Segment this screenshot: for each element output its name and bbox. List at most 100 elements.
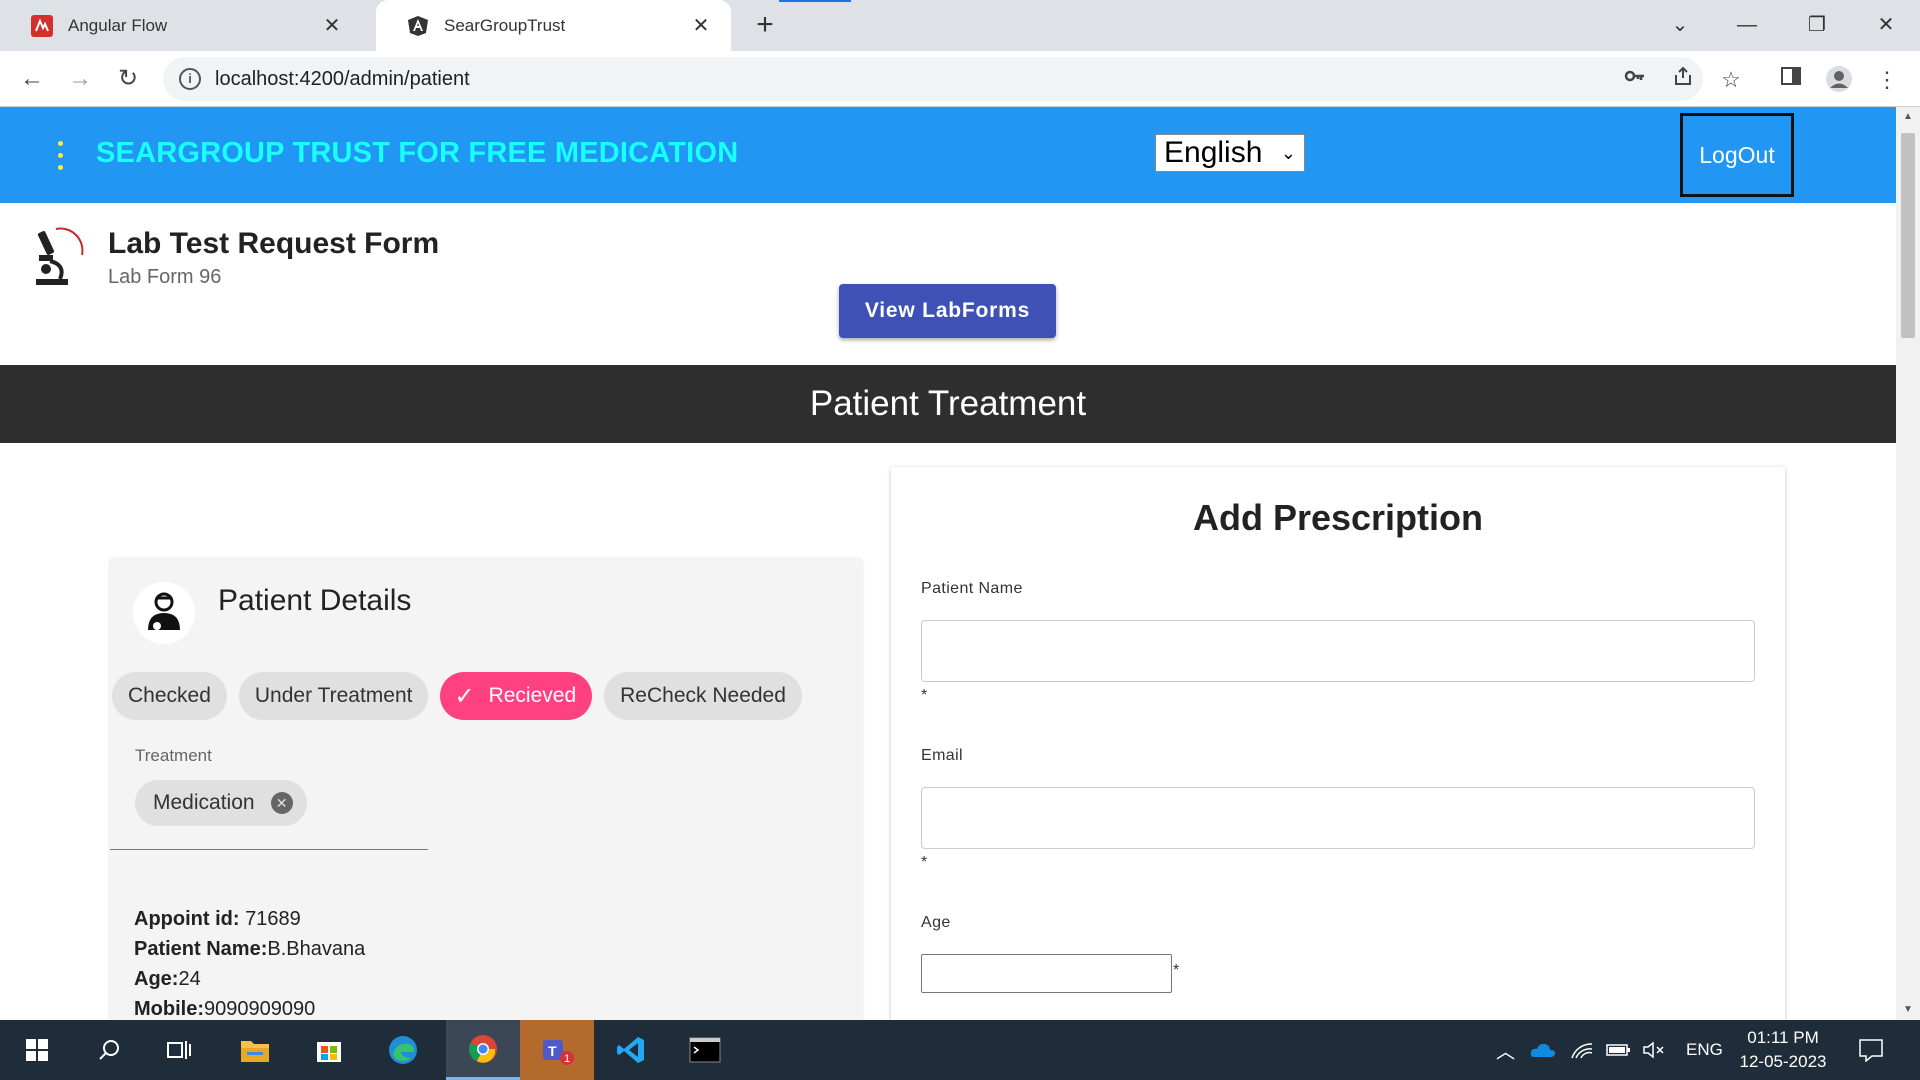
restore-button[interactable]: ❐ [1797,8,1837,42]
patient-name-input[interactable] [921,620,1755,682]
clock-time: 01:11 PM [1747,1028,1819,1047]
notifications-icon[interactable] [1858,1020,1884,1080]
check-icon: ✓ [454,682,475,710]
app-title: SEARGROUP TRUST FOR FREE MEDICATION [96,137,739,169]
appoint-id-row: Appoint id: 71689 [134,908,301,930]
share-icon[interactable] [1668,65,1698,95]
lab-form-subtitle: Lab Form 96 [108,266,222,288]
clock-date: 12-05-2023 [1739,1052,1827,1071]
treatment-chip[interactable]: Medication ✕ [135,780,307,826]
age-label: Age [921,914,951,931]
input-language[interactable]: ENG [1686,1020,1723,1080]
angular-flow-favicon-icon [30,14,54,38]
app-header: SEARGROUP TRUST FOR FREE MEDICATION Engl… [0,107,1896,203]
required-mark: * [1173,962,1180,979]
password-key-icon[interactable] [1620,65,1650,95]
volume-muted-icon[interactable] [1642,1020,1666,1080]
browser-toolbar: ← → ↻ i localhost:4200/admin/patient ☆ ⋮ [0,51,1920,107]
chip-label: Checked [128,684,211,707]
status-chip-under-treatment[interactable]: Under Treatment [238,672,429,720]
close-window-button[interactable]: ✕ [1866,8,1906,42]
onedrive-cloud-icon[interactable] [1530,1020,1556,1080]
reload-button[interactable]: ↻ [110,61,146,97]
chrome-browser-icon[interactable] [446,1020,520,1080]
add-prescription-card: Add Prescription Patient Name * Email * … [891,467,1785,1067]
bookmark-star-icon[interactable]: ☆ [1716,65,1746,95]
tab-loading-indicator [779,0,851,2]
chip-label: Recieved [488,684,577,707]
section-title-bar: Patient Treatment [0,365,1896,443]
svg-text:T: T [548,1043,557,1059]
browser-menu-icon[interactable]: ⋮ [1872,65,1902,95]
site-info-icon[interactable]: i [179,68,201,90]
chip-label: ReCheck Needed [620,684,786,707]
status-chip-recieved[interactable]: ✓ Recieved [440,672,593,720]
windows-taskbar: T1 ︿ ENG 01:11 PM 12-05-2023 [0,1020,1920,1080]
email-input[interactable] [921,787,1755,849]
microsoft-store-icon[interactable] [292,1020,366,1080]
back-button[interactable]: ← [14,61,50,97]
remove-chip-icon[interactable]: ✕ [270,792,293,814]
microscope-icon [26,225,84,289]
tab-label: Angular Flow [68,15,168,35]
system-clock[interactable]: 01:11 PM 12-05-2023 [1736,1026,1830,1074]
edge-browser-icon[interactable] [366,1020,440,1080]
menu-icon[interactable] [52,137,68,173]
task-view-icon[interactable] [142,1020,216,1080]
patient-name-row: Patient Name:B.Bhavana [134,938,366,960]
age-row: Age:24 [134,968,201,990]
email-label: Email [921,747,964,764]
logout-button[interactable]: LogOut [1680,113,1794,197]
section-title: Patient Treatment [809,384,1087,423]
scroll-up-icon[interactable]: ▲ [1896,107,1920,127]
treatment-chip-label: Medication [153,791,255,814]
teams-icon[interactable]: T1 [520,1020,594,1080]
lab-form-header: Lab Test Request Form Lab Form 96 View L… [0,203,1896,365]
url-text: localhost:4200/admin/patient [215,67,470,90]
scrollbar-thumb[interactable] [1901,133,1915,338]
page-scrollbar[interactable]: ▲ ▼ [1896,107,1920,1020]
age-input[interactable] [921,954,1172,993]
chip-label: Under Treatment [254,684,413,707]
treatment-label: Treatment [135,746,212,765]
minimize-button[interactable]: — [1727,8,1767,42]
battery-icon[interactable] [1606,1020,1632,1080]
status-chip-checked[interactable]: Checked [112,672,227,720]
browser-tab-angular-flow[interactable]: Angular Flow ✕ [0,0,362,51]
language-select[interactable]: English ⌄ [1155,134,1305,172]
view-labforms-button[interactable]: View LabForms [839,284,1056,338]
close-tab-icon[interactable]: ✕ [689,13,713,38]
add-prescription-title: Add Prescription [1192,497,1484,538]
patient-details-title: Patient Details [218,584,412,617]
terminal-icon[interactable] [668,1020,742,1080]
treatment-field[interactable]: Treatment Medication ✕ [110,728,428,850]
address-bar[interactable]: i localhost:4200/admin/patient [163,57,1703,101]
windows-start-icon[interactable] [0,1020,74,1080]
chevron-down-icon: ⌄ [1280,142,1296,163]
file-explorer-icon[interactable] [218,1020,292,1080]
browser-tab-strip: Angular Flow ✕ SearGroupTrust ✕ + ⌄ — ❐ … [0,0,1920,51]
required-mark: * [921,854,928,871]
patient-details-card: Patient Details Checked Under Treatment … [110,558,862,1028]
scroll-down-icon[interactable]: ▼ [1896,1000,1920,1020]
profile-avatar-icon[interactable] [1824,65,1854,95]
vscode-icon[interactable] [594,1020,668,1080]
new-tab-button[interactable]: + [748,8,782,42]
status-chip-recheck-needed[interactable]: ReCheck Needed [604,672,802,720]
tab-search-icon[interactable]: ⌄ [1660,8,1700,42]
required-mark: * [921,687,928,704]
patient-info: Appoint id: 71689 Patient Name:B.Bhavana… [134,904,365,1024]
patient-name-label: Patient Name [921,580,1023,597]
forward-button[interactable]: → [62,61,98,97]
lab-form-title: Lab Test Request Form [108,227,440,260]
show-hidden-icons-icon[interactable]: ︿ [1496,1020,1515,1080]
search-icon[interactable] [72,1020,146,1080]
teams-badge: 1 [564,1053,570,1065]
patient-avatar-icon [133,582,195,644]
side-panel-icon[interactable] [1776,65,1806,95]
status-chip-list: Checked Under Treatment ✓ Recieved ReChe… [112,672,802,720]
close-tab-icon[interactable]: ✕ [320,13,344,38]
language-select-value: English [1164,136,1263,169]
wifi-icon[interactable] [1570,1020,1594,1080]
browser-tab-seargrouptrust[interactable]: SearGroupTrust ✕ [376,0,731,51]
